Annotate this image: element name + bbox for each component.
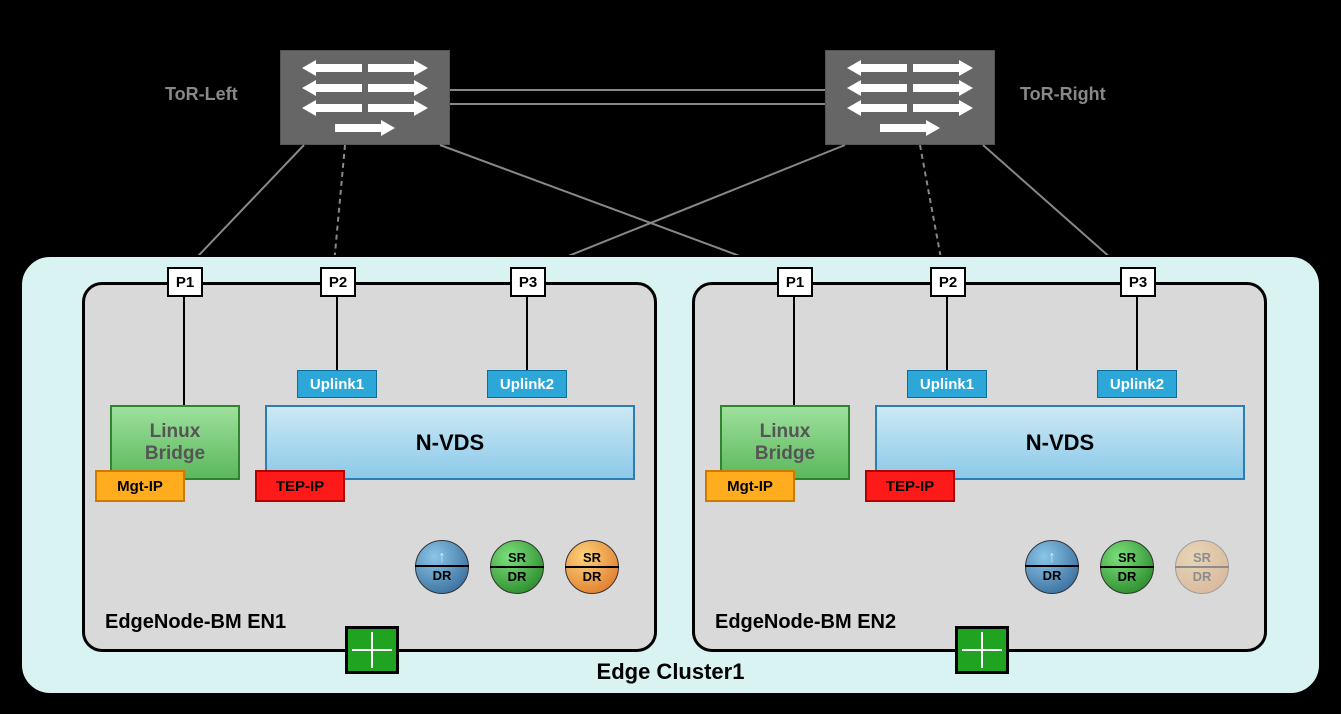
uplink1: Uplink1 <box>297 370 377 398</box>
switch-arrow-icon <box>302 80 362 96</box>
router-dr-label: DR <box>1043 568 1062 583</box>
switch-arrow-icon <box>913 100 973 116</box>
port-p3: P3 <box>1120 267 1156 297</box>
nvds: N-VDS <box>265 405 635 480</box>
vpn-badge-icon <box>345 626 399 674</box>
tor-right-label: ToR-Right <box>1020 84 1106 105</box>
edge-node-en1: P1 P2 P3 Uplink1 Uplink2 Linux Bridge N-… <box>82 282 657 652</box>
node-label: EdgeNode-BM EN2 <box>715 611 896 634</box>
tor-right-switch <box>825 50 995 145</box>
uplink2: Uplink2 <box>1097 370 1177 398</box>
router-divider <box>565 566 619 568</box>
router-dr-label: DR <box>583 569 602 584</box>
linux-bridge-line1: Linux <box>760 421 811 443</box>
uplink1: Uplink1 <box>907 370 987 398</box>
cluster-label: Edge Cluster1 <box>597 659 745 685</box>
router-divider <box>490 566 544 568</box>
router-orange-inactive: SR DR <box>1175 540 1229 594</box>
router-sr-label: SR <box>1118 550 1136 565</box>
router-up-arrow-icon: ↑ <box>1048 552 1056 564</box>
switch-arrow-icon <box>913 80 973 96</box>
switch-arrow-icon <box>880 120 940 136</box>
router-dr-label: DR <box>1118 569 1137 584</box>
router-sr-label: SR <box>508 550 526 565</box>
router-sr-label: SR <box>583 550 601 565</box>
router-dr-label: DR <box>1193 569 1212 584</box>
switch-arrow-icon <box>302 60 362 76</box>
router-green: SR DR <box>490 540 544 594</box>
edge-node-en2: P1 P2 P3 Uplink1 Uplink2 Linux Bridge N-… <box>692 282 1267 652</box>
port-p3: P3 <box>510 267 546 297</box>
tor-left-switch <box>280 50 450 145</box>
switch-arrow-icon <box>368 100 428 116</box>
linux-bridge-line1: Linux <box>150 421 201 443</box>
port-p2: P2 <box>930 267 966 297</box>
switch-arrow-icon <box>335 120 395 136</box>
router-divider <box>415 565 469 567</box>
tep-ip: TEP-IP <box>255 470 345 502</box>
router-green: SR DR <box>1100 540 1154 594</box>
switch-arrow-icon <box>847 100 907 116</box>
edge-cluster: Edge Cluster1 P1 P2 P3 Uplink1 Uplink2 L… <box>20 255 1321 695</box>
switch-arrow-icon <box>847 80 907 96</box>
router-dr-label: DR <box>508 569 527 584</box>
router-dr-label: DR <box>433 568 452 583</box>
nvds: N-VDS <box>875 405 1245 480</box>
router-blue: ↑ DR <box>1025 540 1079 594</box>
switch-arrow-icon <box>302 100 362 116</box>
vpn-badge-icon <box>955 626 1009 674</box>
linux-bridge: Linux Bridge <box>110 405 240 480</box>
mgt-ip: Mgt-IP <box>705 470 795 502</box>
router-sr-label: SR <box>1193 550 1211 565</box>
switch-arrow-icon <box>847 60 907 76</box>
tor-left-label: ToR-Left <box>165 84 238 105</box>
router-divider <box>1025 565 1079 567</box>
node-label: EdgeNode-BM EN1 <box>105 611 286 634</box>
router-orange: SR DR <box>565 540 619 594</box>
router-divider <box>1100 566 1154 568</box>
port-p2: P2 <box>320 267 356 297</box>
router-divider <box>1175 566 1229 568</box>
switch-arrow-icon <box>368 60 428 76</box>
port-p1: P1 <box>167 267 203 297</box>
linux-bridge: Linux Bridge <box>720 405 850 480</box>
linux-bridge-line2: Bridge <box>145 443 205 465</box>
tep-ip: TEP-IP <box>865 470 955 502</box>
router-blue: ↑ DR <box>415 540 469 594</box>
mgt-ip: Mgt-IP <box>95 470 185 502</box>
switch-arrow-icon <box>913 60 973 76</box>
router-up-arrow-icon: ↑ <box>438 552 446 564</box>
linux-bridge-line2: Bridge <box>755 443 815 465</box>
switch-arrow-icon <box>368 80 428 96</box>
port-p1: P1 <box>777 267 813 297</box>
uplink2: Uplink2 <box>487 370 567 398</box>
